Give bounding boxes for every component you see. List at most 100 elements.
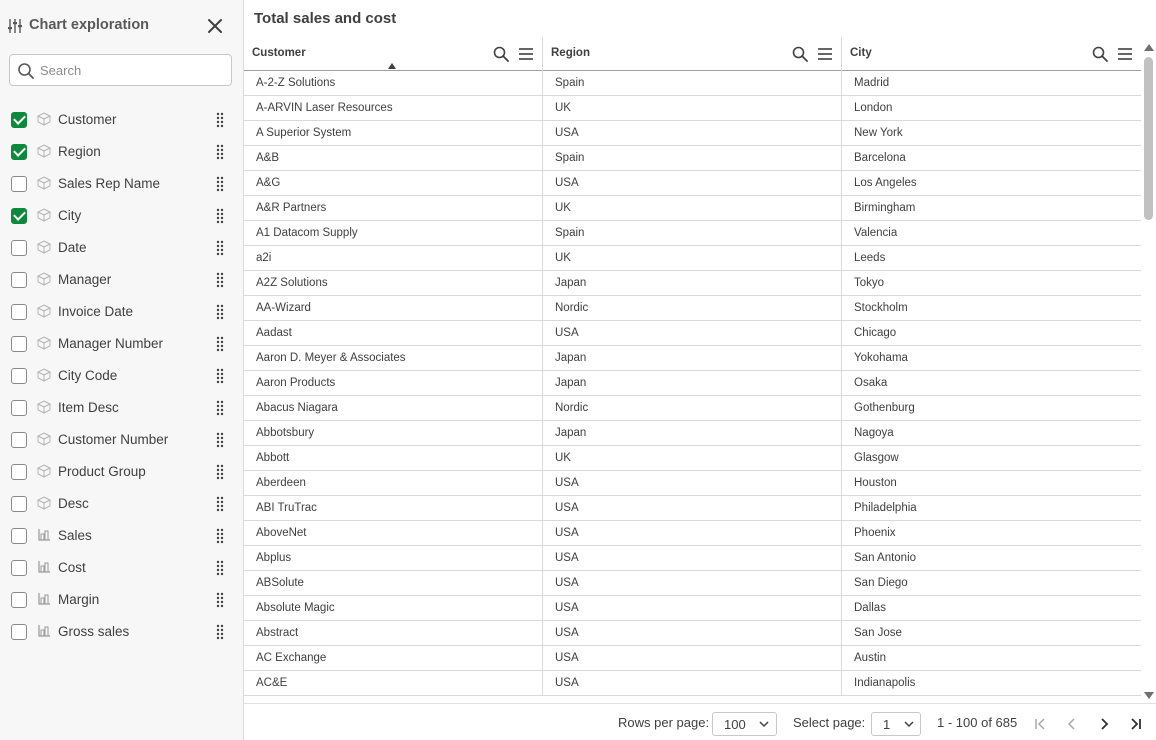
field-checkbox[interactable] — [11, 592, 27, 608]
field-checkbox[interactable] — [11, 240, 27, 256]
table-row[interactable]: Abbotsbury Japan Nagoya — [244, 421, 1141, 446]
cell-region[interactable]: Japan — [543, 371, 842, 395]
field-checkbox[interactable] — [11, 560, 27, 576]
field-checkbox[interactable] — [11, 432, 27, 448]
cell-city[interactable]: Valencia — [842, 221, 1141, 245]
menu-icon[interactable] — [817, 46, 833, 62]
cell-city[interactable]: Madrid — [842, 71, 1141, 95]
cell-region[interactable]: USA — [543, 471, 842, 495]
cell-region[interactable]: UK — [543, 446, 842, 470]
cell-region[interactable]: UK — [543, 196, 842, 220]
table-row[interactable]: A-ARVIN Laser Resources UK London — [244, 96, 1141, 121]
cell-region[interactable]: Spain — [543, 221, 842, 245]
cell-city[interactable]: London — [842, 96, 1141, 120]
field-item-city-code[interactable]: City Code — [0, 360, 243, 392]
cell-city[interactable]: Austin — [842, 646, 1141, 670]
table-row[interactable]: Abplus USA San Antonio — [244, 546, 1141, 571]
field-checkbox[interactable] — [11, 112, 27, 128]
field-checkbox[interactable] — [11, 272, 27, 288]
field-checkbox[interactable] — [11, 400, 27, 416]
cell-region[interactable]: USA — [543, 646, 842, 670]
table-row[interactable]: A Superior System USA New York — [244, 121, 1141, 146]
rows-per-page-select[interactable]: 100 — [712, 712, 777, 736]
cell-customer[interactable]: AA-Wizard — [244, 296, 543, 320]
menu-icon[interactable] — [518, 46, 534, 62]
next-page-icon[interactable] — [1096, 716, 1112, 732]
cell-customer[interactable]: AC Exchange — [244, 646, 543, 670]
column-header-region[interactable]: Region — [543, 37, 842, 71]
cell-region[interactable]: USA — [543, 121, 842, 145]
cell-customer[interactable]: Aaron Products — [244, 371, 543, 395]
search-icon[interactable] — [1092, 46, 1108, 62]
field-checkbox[interactable] — [11, 624, 27, 640]
cell-city[interactable]: Chicago — [842, 321, 1141, 345]
field-item-manager[interactable]: Manager — [0, 264, 243, 296]
cell-customer[interactable]: Abbotsbury — [244, 421, 543, 445]
cell-customer[interactable]: Aberdeen — [244, 471, 543, 495]
field-checkbox[interactable] — [11, 528, 27, 544]
cell-customer[interactable]: Abstract — [244, 621, 543, 645]
cell-city[interactable]: Glasgow — [842, 446, 1141, 470]
drag-handle-icon[interactable] — [216, 432, 224, 448]
cell-customer[interactable]: A2Z Solutions — [244, 271, 543, 295]
cell-city[interactable]: Nagoya — [842, 421, 1141, 445]
table-row[interactable]: Abbott UK Glasgow — [244, 446, 1141, 471]
field-checkbox[interactable] — [11, 144, 27, 160]
table-row[interactable]: ABSolute USA San Diego — [244, 571, 1141, 596]
last-page-icon[interactable] — [1128, 716, 1144, 732]
drag-handle-icon[interactable] — [216, 336, 224, 352]
cell-region[interactable]: Spain — [543, 146, 842, 170]
menu-icon[interactable] — [1117, 46, 1133, 62]
cell-city[interactable]: Yokohama — [842, 346, 1141, 370]
table-row[interactable]: Aberdeen USA Houston — [244, 471, 1141, 496]
cell-city[interactable]: Indianapolis — [842, 671, 1141, 695]
cell-city[interactable]: Los Angeles — [842, 171, 1141, 195]
cell-city[interactable]: Leeds — [842, 246, 1141, 270]
drag-handle-icon[interactable] — [216, 272, 224, 288]
table-row[interactable]: ABI TruTrac USA Philadelphia — [244, 496, 1141, 521]
field-item-customer-number[interactable]: Customer Number — [0, 424, 243, 456]
cell-customer[interactable]: Abacus Niagara — [244, 396, 543, 420]
table-row[interactable]: A1 Datacom Supply Spain Valencia — [244, 221, 1141, 246]
drag-handle-icon[interactable] — [216, 528, 224, 544]
cell-city[interactable]: Houston — [842, 471, 1141, 495]
drag-handle-icon[interactable] — [216, 208, 224, 224]
field-checkbox[interactable] — [11, 336, 27, 352]
cell-region[interactable]: Japan — [543, 346, 842, 370]
field-item-customer[interactable]: Customer — [0, 104, 243, 136]
previous-page-icon[interactable] — [1064, 716, 1080, 732]
drag-handle-icon[interactable] — [216, 464, 224, 480]
table-row[interactable]: A&R Partners UK Birmingham — [244, 196, 1141, 221]
cell-customer[interactable]: ABI TruTrac — [244, 496, 543, 520]
first-page-icon[interactable] — [1032, 716, 1048, 732]
table-row[interactable]: AboveNet USA Phoenix — [244, 521, 1141, 546]
drag-handle-icon[interactable] — [216, 112, 224, 128]
drag-handle-icon[interactable] — [216, 144, 224, 160]
cell-region[interactable]: USA — [543, 171, 842, 195]
field-item-margin[interactable]: Margin — [0, 584, 243, 616]
vertical-scrollbar[interactable] — [1141, 44, 1156, 703]
cell-city[interactable]: Philadelphia — [842, 496, 1141, 520]
drag-handle-icon[interactable] — [216, 624, 224, 640]
cell-customer[interactable]: AboveNet — [244, 521, 543, 545]
scrollbar-thumb[interactable] — [1144, 57, 1153, 220]
drag-handle-icon[interactable] — [216, 560, 224, 576]
table-row[interactable]: A&B Spain Barcelona — [244, 146, 1141, 171]
table-row[interactable]: Aadast USA Chicago — [244, 321, 1141, 346]
table-row[interactable]: Aaron Products Japan Osaka — [244, 371, 1141, 396]
column-header-city[interactable]: City — [842, 37, 1141, 71]
cell-customer[interactable]: A&G — [244, 171, 543, 195]
cell-customer[interactable]: AC&E — [244, 671, 543, 695]
field-item-desc[interactable]: Desc — [0, 488, 243, 520]
table-row[interactable]: AC&E USA Indianapolis — [244, 671, 1141, 696]
search-icon[interactable] — [493, 46, 509, 62]
cell-customer[interactable]: A-2-Z Solutions — [244, 71, 543, 95]
cell-customer[interactable]: A&R Partners — [244, 196, 543, 220]
cell-region[interactable]: USA — [543, 621, 842, 645]
cell-city[interactable]: Gothenburg — [842, 396, 1141, 420]
cell-region[interactable]: USA — [543, 571, 842, 595]
cell-region[interactable]: Japan — [543, 271, 842, 295]
field-item-region[interactable]: Region — [0, 136, 243, 168]
cell-customer[interactable]: Abplus — [244, 546, 543, 570]
scroll-up-icon[interactable] — [1144, 44, 1154, 51]
